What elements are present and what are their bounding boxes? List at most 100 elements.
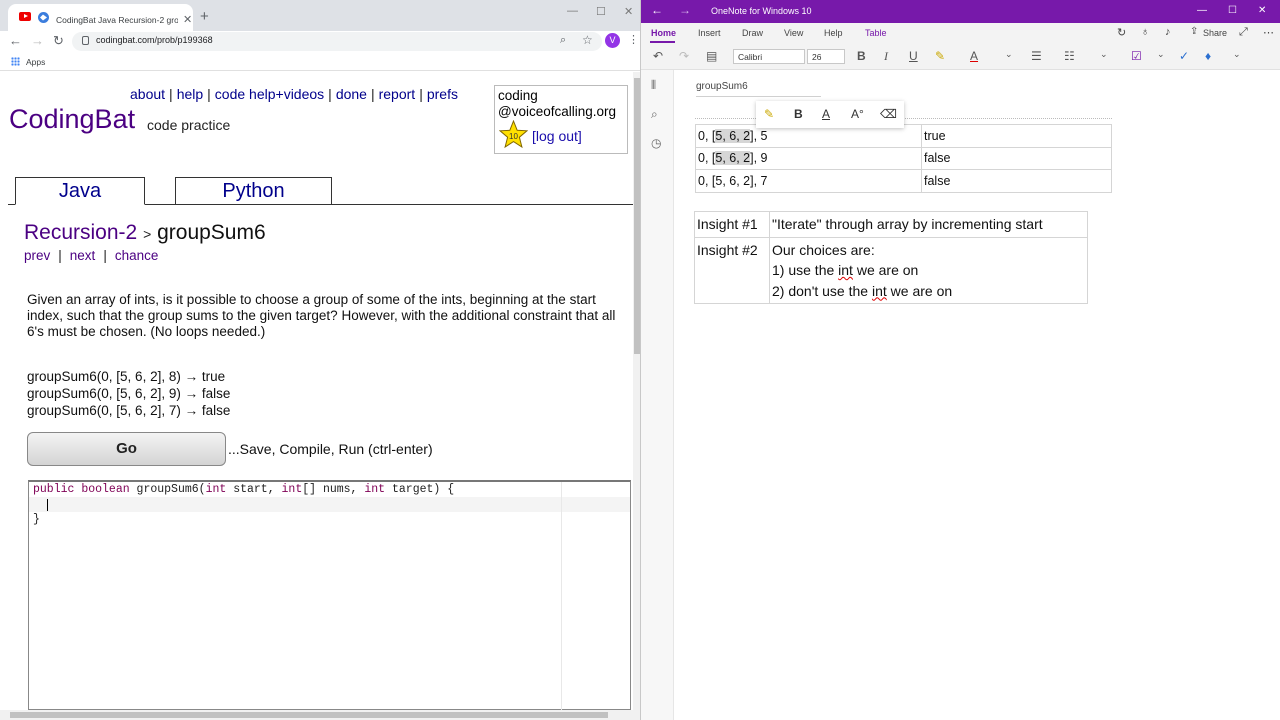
nav-done-link[interactable]: done bbox=[336, 86, 367, 102]
bell-icon[interactable]: ♪ bbox=[1165, 26, 1171, 38]
font-name-select[interactable]: Calibri bbox=[733, 49, 805, 64]
undo-icon[interactable]: ↶ bbox=[653, 49, 663, 63]
table-row[interactable]: Insight #2 Our choices are: 1) use the i… bbox=[694, 236, 1088, 304]
url-text[interactable]: codingbat.com/prob/p199368 bbox=[96, 35, 213, 45]
underline-icon[interactable]: U bbox=[909, 49, 918, 63]
test-cases-table[interactable]: 0, [5, 6, 2], 5 true 0, [5, 6, 2], 9 fal… bbox=[695, 124, 1112, 193]
search-icon[interactable]: ⌕ bbox=[651, 107, 658, 122]
code-line-3[interactable]: } bbox=[33, 513, 40, 526]
breadcrumb-section-link[interactable]: Recursion-2 bbox=[24, 221, 137, 244]
tab-python[interactable]: Python bbox=[175, 177, 332, 205]
clear-format-icon[interactable]: ⌫ bbox=[880, 107, 897, 121]
menu-view[interactable]: View bbox=[784, 28, 803, 38]
nav-report-link[interactable]: report bbox=[379, 86, 416, 102]
table-cell[interactable]: 0, [5, 6, 2], 7 bbox=[695, 169, 922, 193]
back-icon[interactable]: ← bbox=[9, 33, 22, 48]
lightbulb-icon[interactable]: ♁ bbox=[1141, 26, 1149, 38]
table-cell[interactable]: 0, [5, 6, 2], 9 bbox=[695, 146, 922, 170]
highlight-icon[interactable]: ✎ bbox=[764, 107, 774, 121]
nav-about-link[interactable]: about bbox=[130, 86, 165, 102]
back-icon[interactable]: ← bbox=[651, 3, 663, 17]
tab-java[interactable]: Java bbox=[15, 177, 145, 205]
horizontal-scrollbar[interactable] bbox=[0, 710, 633, 720]
nav-code-help-link[interactable]: code help+videos bbox=[215, 86, 324, 102]
insight-key[interactable]: Insight #2 bbox=[694, 236, 770, 304]
todo-tag-icon[interactable]: ☑ bbox=[1131, 49, 1142, 63]
spelling-icon[interactable]: ✓ bbox=[1179, 49, 1189, 63]
table-cell[interactable]: true bbox=[921, 124, 1112, 148]
recent-icon[interactable]: ◷ bbox=[651, 136, 661, 150]
profile-avatar[interactable]: V bbox=[605, 33, 620, 48]
list-dropdown-icon[interactable]: ⌄ bbox=[1100, 49, 1108, 60]
font-size-select[interactable]: 26 bbox=[807, 49, 845, 64]
maximize-icon[interactable]: ☐ bbox=[596, 5, 606, 18]
notebooks-icon[interactable]: ⫴ bbox=[651, 78, 656, 93]
chrome-menu-icon[interactable]: ⋮ bbox=[628, 33, 639, 46]
forward-icon[interactable]: → bbox=[31, 33, 44, 48]
bold-icon[interactable]: B bbox=[857, 49, 866, 63]
forward-icon[interactable]: → bbox=[679, 3, 691, 17]
bookmark-star-icon[interactable]: ☆ bbox=[582, 33, 593, 47]
menu-insert[interactable]: Insert bbox=[698, 28, 721, 38]
insights-table[interactable]: Insight #1 "Iterate" through array by in… bbox=[694, 211, 1088, 304]
h-scroll-thumb[interactable] bbox=[10, 712, 608, 718]
bullets-icon[interactable]: ☰ bbox=[1031, 49, 1042, 63]
close-window-icon[interactable]: ✕ bbox=[1258, 5, 1266, 16]
numbering-icon[interactable]: ☷ bbox=[1064, 49, 1075, 63]
tag-dropdown-icon[interactable]: ⌄ bbox=[1157, 49, 1165, 60]
codingbat-logo[interactable]: CodingBat bbox=[9, 104, 135, 135]
code-line-1[interactable]: public boolean groupSum6(int start, int[… bbox=[33, 483, 454, 496]
next-link[interactable]: next bbox=[70, 248, 96, 263]
address-bar[interactable]: codingbat.com/prob/p199368 ⌕ ☆ bbox=[72, 32, 602, 51]
bold-icon[interactable]: B bbox=[794, 107, 803, 121]
expand-icon[interactable]: ⤢ bbox=[1239, 26, 1248, 39]
nav-prefs-link[interactable]: prefs bbox=[427, 86, 458, 102]
font-color-icon[interactable]: A bbox=[970, 49, 978, 63]
reload-icon[interactable]: ↻ bbox=[53, 33, 64, 49]
close-window-icon[interactable]: ✕ bbox=[624, 5, 633, 18]
more-icon[interactable]: ⋯ bbox=[1263, 26, 1274, 39]
insight-text[interactable]: "Iterate" through array by incrementing … bbox=[769, 211, 1088, 238]
prev-link[interactable]: prev bbox=[24, 248, 50, 263]
insight-key[interactable]: Insight #1 bbox=[694, 211, 770, 238]
zoom-icon[interactable]: ⌕ bbox=[560, 34, 566, 47]
scroll-thumb[interactable] bbox=[634, 78, 640, 354]
menu-draw[interactable]: Draw bbox=[742, 28, 763, 38]
text-style-icon[interactable]: A° bbox=[851, 107, 864, 121]
format-dropdown-icon[interactable]: ⌄ bbox=[1005, 49, 1013, 60]
new-tab-icon[interactable]: + bbox=[200, 8, 209, 25]
ribbon-more-icon[interactable]: ⌄ bbox=[1233, 49, 1241, 60]
share-button[interactable]: Share bbox=[1203, 28, 1227, 38]
insight-text[interactable]: Our choices are: 1) use the int we are o… bbox=[769, 236, 1088, 304]
table-cell[interactable]: false bbox=[921, 146, 1112, 170]
table-row[interactable]: 0, [5, 6, 2], 7 false bbox=[695, 169, 1112, 193]
minimize-icon[interactable]: — bbox=[567, 5, 578, 17]
nav-help-link[interactable]: help bbox=[177, 86, 203, 102]
font-color-icon[interactable]: A bbox=[822, 107, 830, 121]
go-button[interactable]: Go bbox=[27, 432, 226, 466]
menu-table[interactable]: Table bbox=[865, 28, 887, 38]
table-cell[interactable]: false bbox=[921, 169, 1112, 193]
italic-icon[interactable]: I bbox=[884, 49, 888, 64]
dictate-icon[interactable]: ♦ bbox=[1205, 49, 1211, 63]
code-editor[interactable]: public boolean groupSum6(int start, int[… bbox=[28, 480, 631, 710]
chance-link[interactable]: chance bbox=[115, 248, 159, 263]
redo-icon[interactable]: ↷ bbox=[679, 49, 689, 63]
browser-tab[interactable]: CodingBat Java Recursion-2 grou ✕ bbox=[8, 4, 193, 31]
apps-bookmark[interactable]: Apps bbox=[26, 57, 45, 67]
clipboard-icon[interactable]: ▤ bbox=[706, 49, 717, 63]
highlight-icon[interactable]: ✎ bbox=[935, 49, 945, 63]
maximize-icon[interactable]: ☐ bbox=[1228, 5, 1237, 16]
tab-close-icon[interactable]: ✕ bbox=[183, 13, 192, 26]
vertical-scrollbar[interactable] bbox=[633, 72, 640, 720]
apps-grid-icon[interactable] bbox=[11, 57, 20, 66]
menu-help[interactable]: Help bbox=[824, 28, 843, 38]
table-row[interactable]: 0, [5, 6, 2], 9 false bbox=[695, 146, 1112, 170]
share-icon[interactable]: ⇪ bbox=[1190, 26, 1198, 37]
table-row[interactable]: Insight #1 "Iterate" through array by in… bbox=[694, 211, 1088, 238]
page-title[interactable]: groupSum6 bbox=[696, 81, 748, 92]
minimize-icon[interactable]: — bbox=[1197, 5, 1207, 16]
menu-home[interactable]: Home bbox=[651, 28, 676, 38]
sync-icon[interactable]: ↻ bbox=[1117, 26, 1126, 39]
logout-link[interactable]: [log out] bbox=[532, 128, 582, 144]
